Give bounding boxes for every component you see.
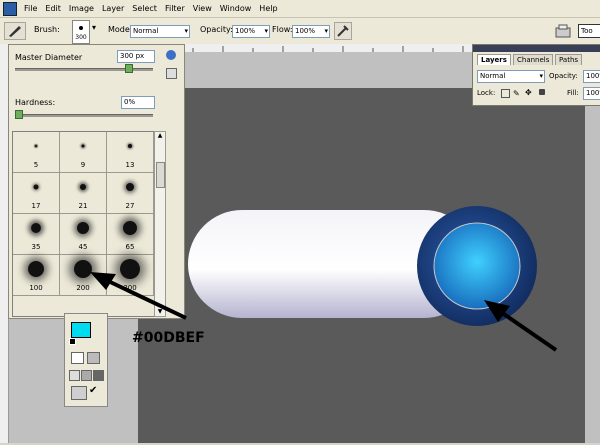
arrow-left-icon <box>90 272 187 320</box>
annotation-layer <box>90 272 187 320</box>
hex-color-annotation: #00DBEF <box>132 330 205 346</box>
